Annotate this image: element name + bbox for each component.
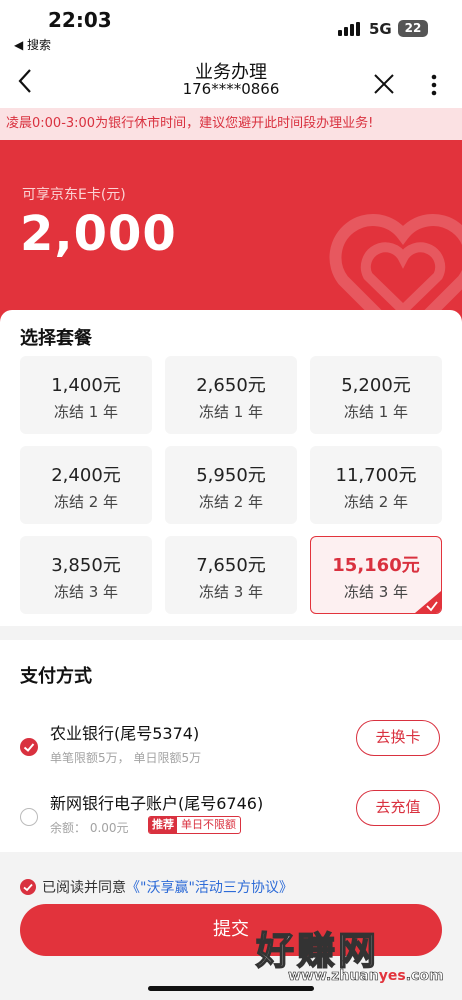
watermark: 好赚网 www.zhuanyes.com: [250, 920, 450, 990]
plan-term: 冻结 2 年: [198, 493, 264, 511]
plan-term: 冻结 2 年: [343, 493, 409, 511]
market-closed-notice: 凌晨0:00-3:00为银行休市时间，建议您避开此时间段办理业务!: [0, 108, 462, 140]
agreement-row: 已阅读并同意《"沃享赢"活动三方协议》: [20, 876, 293, 897]
plan-option[interactable]: 7,650元 冻结 3 年: [165, 536, 297, 614]
reward-amount: 2,000: [20, 206, 177, 262]
back-to-app-link[interactable]: ◀ 搜索: [14, 36, 51, 53]
plan-option[interactable]: 11,700元 冻结 2 年: [310, 446, 442, 524]
more-vertical-icon[interactable]: [424, 70, 444, 100]
watermark-logo: 好赚网: [255, 928, 380, 974]
payment-option[interactable]: 新网银行电子账户(尾号6746) 余额： 0.00元 推荐 单日不限额 去充值: [0, 784, 462, 846]
watermark-url: www.zhuanyes.com: [288, 968, 444, 985]
status-time: 22:03: [48, 8, 112, 32]
battery-icon: 22: [398, 20, 428, 37]
plan-price: 3,850元: [51, 555, 121, 576]
plan-term: 冻结 1 年: [53, 403, 119, 421]
plan-price: 2,650元: [196, 375, 266, 396]
bank-limit: 单笔限额5万， 单日限额5万: [50, 751, 202, 765]
plan-option[interactable]: 3,850元 冻结 3 年: [20, 536, 152, 614]
home-indicator[interactable]: [148, 986, 314, 991]
check-corner-icon: [415, 591, 441, 613]
status-bar: 22:03 ◀ 搜索 5G 22: [0, 0, 462, 56]
plan-term: 冻结 1 年: [198, 403, 264, 421]
plan-option[interactable]: 2,650元 冻结 1 年: [165, 356, 297, 434]
plan-price: 5,950元: [196, 465, 266, 486]
payment-option[interactable]: 农业银行(尾号5374) 单笔限额5万， 单日限额5万 去换卡: [0, 714, 462, 776]
plan-option-selected[interactable]: 15,160元 冻结 3 年: [310, 536, 442, 614]
payment-heading: 支付方式: [20, 666, 92, 687]
plan-term: 冻结 3 年: [198, 583, 264, 601]
plan-selection-card: 选择套餐 1,400元 冻结 1 年 2,650元 冻结 1 年 5,200元 …: [0, 310, 462, 626]
change-card-button[interactable]: 去换卡: [356, 720, 440, 756]
plan-price: 15,160元: [332, 555, 420, 576]
agreement-link[interactable]: 《"沃享赢"活动三方协议》: [126, 880, 293, 896]
close-icon[interactable]: [372, 72, 396, 96]
plan-term: 冻结 1 年: [343, 403, 409, 421]
unlimited-label: 单日不限额: [181, 818, 236, 831]
bank-name: 新网银行电子账户(尾号6746): [50, 794, 264, 813]
nav-bar: 业务办理 176****0866: [0, 56, 462, 108]
signal-icon: [338, 22, 362, 36]
plan-price: 5,200元: [341, 375, 411, 396]
radio-checked-icon[interactable]: [20, 738, 38, 756]
plan-option[interactable]: 5,200元 冻结 1 年: [310, 356, 442, 434]
reward-label: 可享京东E卡(元): [22, 187, 126, 203]
plan-option[interactable]: 1,400元 冻结 1 年: [20, 356, 152, 434]
network-type: 5G: [369, 20, 392, 38]
plan-term: 冻结 3 年: [53, 583, 119, 601]
agreement-prefix: 已阅读并同意: [42, 880, 126, 896]
plan-price: 7,650元: [196, 555, 266, 576]
radio-unchecked-icon[interactable]: [20, 808, 38, 826]
agreement-checkbox-icon[interactable]: [20, 879, 36, 895]
top-up-button[interactable]: 去充值: [356, 790, 440, 826]
bank-name: 农业银行(尾号5374): [50, 724, 200, 743]
plan-price: 2,400元: [51, 465, 121, 486]
plan-option[interactable]: 2,400元 冻结 2 年: [20, 446, 152, 524]
plan-option[interactable]: 5,950元 冻结 2 年: [165, 446, 297, 524]
plan-price: 11,700元: [335, 465, 417, 486]
plan-price: 1,400元: [51, 375, 121, 396]
plans-heading: 选择套餐: [20, 328, 92, 349]
recommend-label: 推荐: [149, 817, 177, 833]
recommend-badge: 推荐 单日不限额: [148, 816, 241, 834]
plan-term: 冻结 2 年: [53, 493, 119, 511]
payment-method-card: 支付方式 农业银行(尾号5374) 单笔限额5万， 单日限额5万 去换卡 新网银…: [0, 640, 462, 852]
account-balance: 余额： 0.00元: [50, 821, 129, 835]
